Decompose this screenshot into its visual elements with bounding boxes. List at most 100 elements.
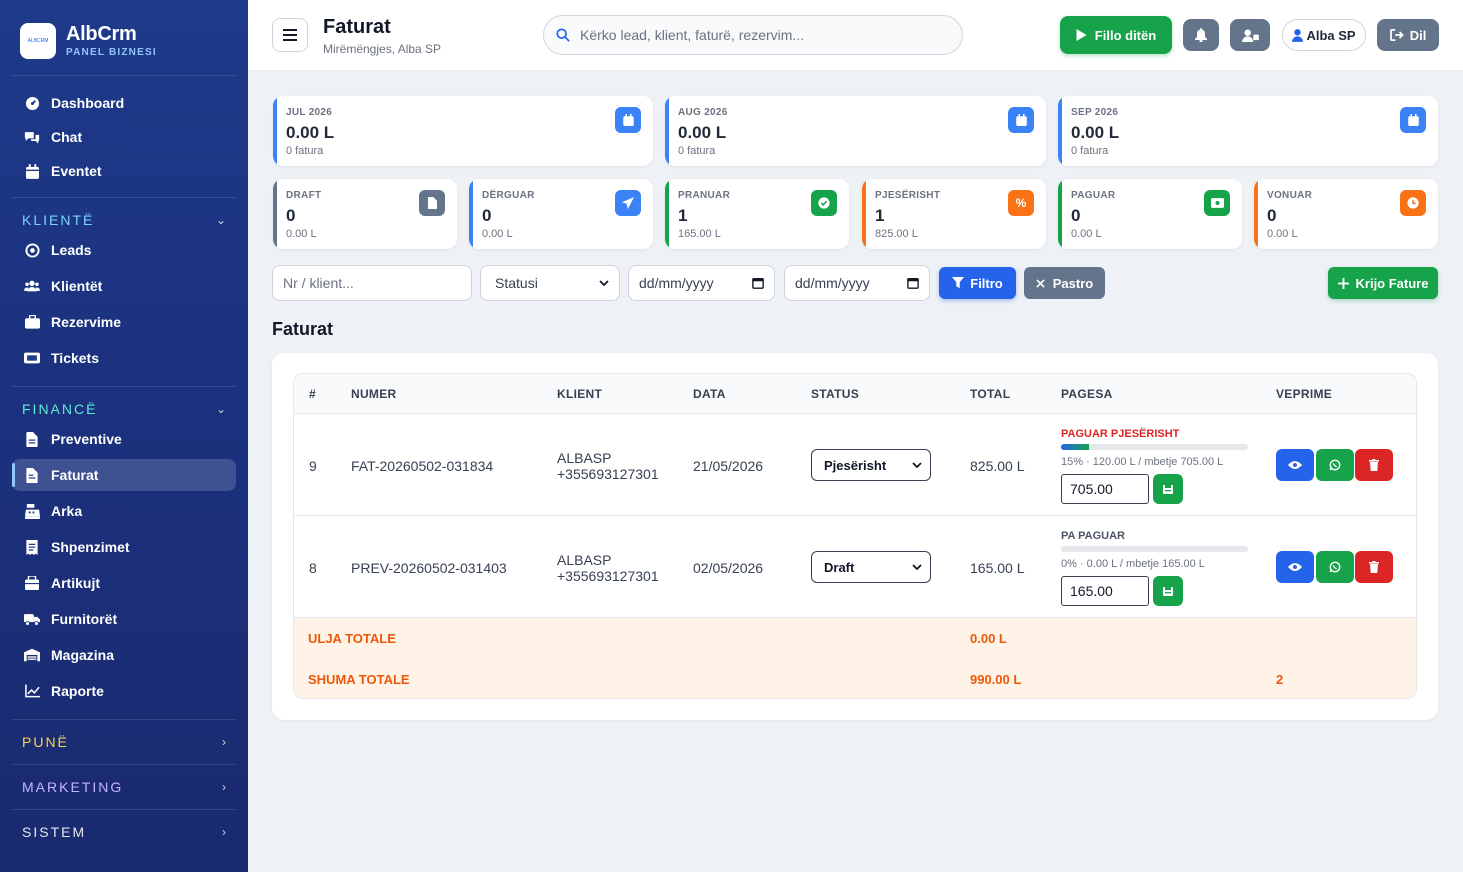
date-to-input[interactable]: dd/mm/yyyy: [784, 265, 930, 301]
date-from-input[interactable]: dd/mm/yyyy: [628, 265, 775, 301]
whatsapp-icon: [1329, 561, 1341, 573]
cash-register-icon: [24, 503, 40, 519]
user-name: Alba SP: [1306, 27, 1356, 43]
sidebar-item-raporte[interactable]: Raporte: [12, 675, 236, 707]
clear-filters-button[interactable]: Pastro: [1024, 267, 1105, 299]
sidebar-item-dashboard[interactable]: Dashboard: [12, 87, 236, 119]
sidebar-item-rezervime[interactable]: Rezervime: [12, 306, 236, 338]
sidebar-item-tickets[interactable]: Tickets: [12, 342, 236, 374]
card-sub: 0.00 L: [1267, 228, 1298, 240]
chevron-right-icon: ›: [222, 734, 226, 749]
sidebar-item-chat[interactable]: Chat: [12, 121, 236, 153]
filter-button[interactable]: Filtro: [939, 267, 1016, 299]
sidebar-item-artikujt[interactable]: Artikujt: [12, 567, 236, 599]
discount-value: 0.00 L: [970, 631, 1007, 646]
brand[interactable]: ALBCRM AlbCrm PANEL BIZNESI: [12, 0, 236, 76]
status-value: Pjesërisht: [824, 457, 887, 473]
card-label: AUG 2026: [678, 107, 728, 118]
contacts-button[interactable]: [1230, 19, 1270, 51]
view-button[interactable]: [1276, 551, 1314, 583]
topbar: Faturat Mirëmëngjes, Alba SP Fillo ditën…: [248, 0, 1463, 71]
start-day-button[interactable]: Fillo ditën: [1060, 16, 1172, 54]
status-card-paguar[interactable]: PAGUAR 0 0.00 L: [1058, 179, 1242, 249]
start-day-label: Fillo ditën: [1094, 27, 1157, 43]
section-label: KLIENTË: [22, 211, 95, 228]
discount-label: ULJA TOTALE: [308, 631, 396, 646]
row-id: 8: [309, 560, 317, 576]
invoice-number[interactable]: FAT-20260502-031834: [351, 458, 493, 474]
sidebar-section-sistem[interactable]: SISTEM ›: [12, 809, 236, 853]
sidebar-item-label: Artikujt: [51, 575, 100, 591]
receipt-icon: [24, 539, 40, 555]
chevron-right-icon: ›: [222, 779, 226, 794]
status-card-pranuar[interactable]: PRANUAR 1 165.00 L: [665, 179, 849, 249]
close-icon: [1036, 278, 1045, 288]
calendar-icon: [907, 278, 919, 289]
row-id: 9: [309, 458, 317, 474]
card-sub: 165.00 L: [678, 228, 721, 240]
save-payment-button[interactable]: [1153, 474, 1183, 504]
sidebar-item-klientet[interactable]: Klientët: [12, 270, 236, 302]
chat-icon: [24, 129, 40, 145]
sidebar-item-arka[interactable]: Arka: [12, 495, 236, 527]
play-icon: [1076, 29, 1087, 41]
user-profile-button[interactable]: Alba SP: [1282, 19, 1366, 51]
status-card-vonuar[interactable]: VONUAR 0 0.00 L: [1254, 179, 1438, 249]
sum-total-row: SHUMA TOTALE 990.00 L 2: [294, 659, 1416, 698]
delete-button[interactable]: [1355, 551, 1393, 583]
delete-button[interactable]: [1355, 449, 1393, 481]
global-search[interactable]: [543, 15, 963, 55]
hamburger-icon: [283, 29, 297, 41]
invoice-date: 21/05/2026: [693, 458, 764, 474]
sidebar-item-magazina[interactable]: Magazina: [12, 639, 236, 671]
sidebar-item-eventet[interactable]: Eventet: [12, 155, 236, 187]
sidebar-item-leads[interactable]: Leads: [12, 234, 236, 266]
status-card-draft[interactable]: DRAFT 0 0.00 L: [273, 179, 457, 249]
logout-label: Dil: [1409, 27, 1427, 43]
whatsapp-button[interactable]: [1316, 551, 1354, 583]
sidebar-section-marketing[interactable]: MARKETING ›: [12, 764, 236, 808]
greeting: Mirëmëngjes, Alba SP: [323, 42, 442, 56]
sidebar-item-furnitoret[interactable]: Furnitorët: [12, 603, 236, 635]
sidebar-item-faturat[interactable]: Faturat: [12, 459, 236, 491]
sidebar-item-label: Magazina: [51, 647, 115, 663]
card-value: 0.00 L: [678, 123, 727, 142]
file-invoice-icon: [24, 431, 40, 447]
create-invoice-button[interactable]: Krijo Fature: [1328, 267, 1438, 299]
col-header: DATA: [693, 387, 726, 401]
status-card-pjeserisht[interactable]: PJESËRISHT 1 825.00 L %: [862, 179, 1046, 249]
clock-icon: [1400, 190, 1426, 216]
invoice-search-input[interactable]: Nr / klient...: [272, 265, 472, 301]
logout-button[interactable]: Dil: [1377, 19, 1439, 51]
payment-amount-input[interactable]: 705.00: [1061, 474, 1149, 504]
date-from-placeholder: dd/mm/yyyy: [639, 275, 714, 291]
status-card-derguar[interactable]: DËRGUAR 0 0.00 L: [469, 179, 653, 249]
month-card: AUG 2026 0.00 L 0 fatura: [665, 96, 1046, 166]
status-filter-select[interactable]: Statusi: [480, 265, 620, 301]
card-label: PRANUAR: [678, 190, 731, 201]
payment-amount-input[interactable]: 165.00: [1061, 576, 1149, 606]
chevron-down-icon: ⌄: [215, 212, 226, 227]
save-payment-button[interactable]: [1153, 576, 1183, 606]
menu-toggle-button[interactable]: [272, 18, 308, 52]
status-select[interactable]: Pjesërisht: [811, 449, 931, 481]
sidebar-section-pune[interactable]: PUNË ›: [12, 719, 236, 763]
date-to-placeholder: dd/mm/yyyy: [795, 275, 870, 291]
sidebar-item-label: Preventive: [51, 431, 122, 447]
filter-label: Filtro: [970, 275, 1003, 291]
sidebar-item-shpenzimet[interactable]: Shpenzimet: [12, 531, 236, 563]
sidebar-item-preventive[interactable]: Preventive: [12, 423, 236, 455]
status-select[interactable]: Draft: [811, 551, 931, 583]
sidebar-item-label: Leads: [51, 242, 92, 258]
search-input[interactable]: [580, 27, 940, 43]
whatsapp-button[interactable]: [1316, 449, 1354, 481]
notifications-button[interactable]: [1183, 19, 1219, 51]
chevron-down-icon: [912, 462, 922, 468]
payment-progress: [1061, 444, 1248, 450]
invoices-panel: # NUMER KLIENT DATA STATUS TOTAL PAGESA …: [272, 353, 1438, 720]
money-icon: [1163, 485, 1173, 494]
progress-fill: [1061, 444, 1090, 450]
invoice-number[interactable]: PREV-20260502-031403: [351, 560, 507, 576]
view-button[interactable]: [1276, 449, 1314, 481]
status-value: Draft: [824, 559, 855, 575]
